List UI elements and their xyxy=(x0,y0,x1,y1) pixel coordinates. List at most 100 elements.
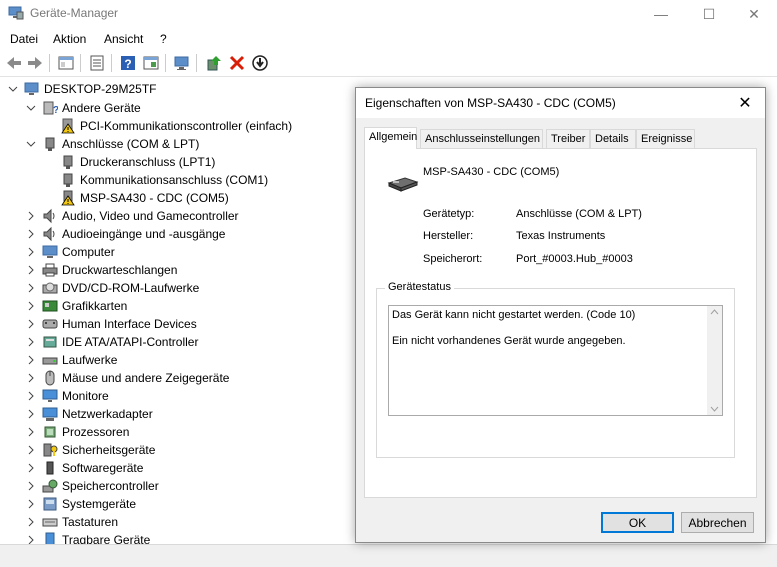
tree-item-audio-io[interactable]: Audioeingänge und -ausgänge xyxy=(26,225,225,243)
help-icon[interactable]: ? xyxy=(119,54,137,72)
tree-item-graphics[interactable]: Grafikkarten xyxy=(26,297,127,315)
tree-item-label: Audio, Video und Gamecontroller xyxy=(62,209,239,223)
tree-item-keyboards[interactable]: Tastaturen xyxy=(26,513,118,531)
tree-item-monitors[interactable]: Monitore xyxy=(26,387,109,405)
tree-item-lpt1[interactable]: Druckeranschluss (LPT1) xyxy=(60,153,215,171)
update-driver-icon[interactable] xyxy=(205,54,223,72)
tree-item-msp-sa430[interactable]: MSP-SA430 - CDC (COM5) xyxy=(60,189,229,207)
chevron-right-icon[interactable] xyxy=(26,283,36,293)
dialog-close-button[interactable]: ✕ xyxy=(725,88,765,118)
toolbar: ? xyxy=(0,50,777,77)
tree-item-dvd[interactable]: DVD/CD-ROM-Laufwerke xyxy=(26,279,199,297)
chevron-right-icon[interactable] xyxy=(26,373,36,383)
network-adapter-icon xyxy=(42,407,58,421)
scan-hardware-icon[interactable] xyxy=(173,54,191,72)
tab-ereignisse[interactable]: Ereignisse xyxy=(636,129,695,148)
cancel-button[interactable]: Abbrechen xyxy=(681,512,754,533)
minimize-button[interactable]: — xyxy=(638,0,684,28)
menu-bar: Datei Aktion Ansicht ? xyxy=(0,28,777,50)
tree-item-label: Netzwerkadapter xyxy=(62,407,153,421)
menu-datei[interactable]: Datei xyxy=(10,32,38,46)
tree-item-label: Speichercontroller xyxy=(62,479,159,493)
tree-item-label: Anschlüsse (COM & LPT) xyxy=(62,137,200,151)
software-device-icon xyxy=(46,461,54,475)
chevron-right-icon[interactable] xyxy=(26,265,36,275)
tab-treiber[interactable]: Treiber xyxy=(546,129,590,148)
tree-item-mice[interactable]: Mäuse und andere Zeigegeräte xyxy=(26,369,229,387)
speaker-icon xyxy=(43,226,55,242)
tree-item-network[interactable]: Netzwerkadapter xyxy=(26,405,153,423)
unknown-device-icon: ? xyxy=(43,101,58,116)
chevron-right-icon[interactable] xyxy=(26,229,36,239)
forward-arrow-icon[interactable] xyxy=(26,54,44,72)
action-view-icon[interactable] xyxy=(142,54,160,72)
close-button[interactable]: ✕ xyxy=(731,0,777,28)
tab-allgemein[interactable]: Allgemein xyxy=(364,127,417,149)
menu-aktion[interactable]: Aktion xyxy=(53,32,86,46)
tree-item-label: Grafikkarten xyxy=(62,299,128,313)
tree-item-com1[interactable]: Kommunikationsanschluss (COM1) xyxy=(60,171,268,189)
tree-item-audio-video[interactable]: Audio, Video und Gamecontroller xyxy=(26,207,239,225)
back-arrow-icon[interactable] xyxy=(5,54,23,72)
chevron-right-icon[interactable] xyxy=(26,535,36,544)
tree-root[interactable]: DESKTOP-29M25TF xyxy=(8,80,156,98)
disable-device-icon[interactable] xyxy=(251,54,269,72)
tree-root-label: DESKTOP-29M25TF xyxy=(44,82,157,96)
console-tree-icon[interactable] xyxy=(57,54,75,72)
properties-icon[interactable] xyxy=(88,54,106,72)
chevron-down-icon[interactable] xyxy=(26,139,36,149)
chevron-right-icon[interactable] xyxy=(26,463,36,473)
chevron-down-icon[interactable] xyxy=(26,103,36,113)
chevron-right-icon[interactable] xyxy=(26,499,36,509)
menu-ansicht[interactable]: Ansicht xyxy=(104,32,143,46)
tree-item-system[interactable]: Systemgeräte xyxy=(26,495,136,513)
scroll-up-icon[interactable] xyxy=(710,309,719,315)
chevron-right-icon[interactable] xyxy=(26,445,36,455)
chevron-right-icon[interactable] xyxy=(26,211,36,221)
tree-item-storage[interactable]: Speichercontroller xyxy=(26,477,159,495)
tree-item-ide[interactable]: IDE ATA/ATAPI-Controller xyxy=(26,333,198,351)
ok-button[interactable]: OK xyxy=(601,512,674,533)
tree-item-drives[interactable]: Laufwerke xyxy=(26,351,117,369)
tab-details[interactable]: Details xyxy=(590,129,636,148)
chevron-right-icon[interactable] xyxy=(26,427,36,437)
chevron-down-icon[interactable] xyxy=(8,84,18,94)
chevron-right-icon[interactable] xyxy=(26,337,36,347)
tree-item-label: Mäuse und andere Zeigegeräte xyxy=(62,371,230,385)
tree-item-label: MSP-SA430 - CDC (COM5) xyxy=(80,191,229,205)
svg-text:?: ? xyxy=(124,57,131,71)
chevron-right-icon[interactable] xyxy=(26,481,36,491)
tree-item-andere-geraete[interactable]: ? Andere Geräte xyxy=(26,99,141,117)
chevron-right-icon[interactable] xyxy=(26,301,36,311)
chevron-right-icon[interactable] xyxy=(26,391,36,401)
tree-item-pci-controller[interactable]: PCI-Kommunikationscontroller (einfach) xyxy=(60,117,292,135)
tree-item-label: Softwaregeräte xyxy=(62,461,144,475)
tab-anschlusseinstellungen[interactable]: Anschlusseinstellungen xyxy=(420,129,543,148)
chevron-right-icon[interactable] xyxy=(26,409,36,419)
maximize-button[interactable]: ☐ xyxy=(686,0,732,28)
device-status-textbox[interactable]: Das Gerät kann nicht gestartet werden. (… xyxy=(388,305,723,416)
svg-text:?: ? xyxy=(53,105,58,116)
chevron-right-icon[interactable] xyxy=(26,355,36,365)
menu-help[interactable]: ? xyxy=(160,32,167,46)
device-type-label: Gerätetyp: xyxy=(423,208,475,220)
tree-item-label: Human Interface Devices xyxy=(62,317,197,331)
status-line: Das Gerät kann nicht gestartet werden. (… xyxy=(392,309,636,321)
chevron-right-icon[interactable] xyxy=(26,319,36,329)
tree-item-portable[interactable]: Tragbare Geräte xyxy=(26,531,150,544)
tree-item-processors[interactable]: Prozessoren xyxy=(26,423,129,441)
tree-item-security[interactable]: Sicherheitsgeräte xyxy=(26,441,155,459)
uninstall-icon[interactable] xyxy=(228,54,246,72)
tree-item-hid[interactable]: Human Interface Devices xyxy=(26,315,197,333)
scroll-down-icon[interactable] xyxy=(710,406,719,412)
tree-item-print-queues[interactable]: Druckwarteschlangen xyxy=(26,261,177,279)
tree-item-computer[interactable]: Computer xyxy=(26,243,115,261)
tree-item-label: DVD/CD-ROM-Laufwerke xyxy=(62,281,200,295)
chevron-right-icon[interactable] xyxy=(26,517,36,527)
chevron-right-icon[interactable] xyxy=(26,247,36,257)
tree-item-label: PCI-Kommunikationscontroller (einfach) xyxy=(80,119,293,133)
disk-drive-icon xyxy=(42,357,58,365)
status-scrollbar[interactable] xyxy=(707,306,722,415)
tree-item-software[interactable]: Softwaregeräte xyxy=(26,459,143,477)
tree-item-anschluesse[interactable]: Anschlüsse (COM & LPT) xyxy=(26,135,199,153)
